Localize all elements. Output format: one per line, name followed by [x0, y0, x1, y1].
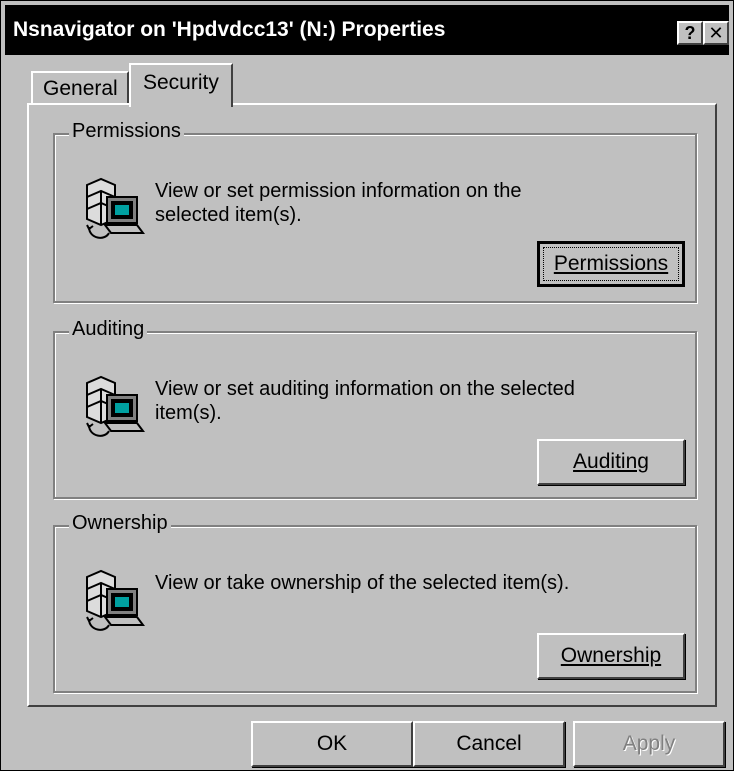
ok-button[interactable]: OK [251, 721, 413, 767]
properties-dialog: Nsnavigator on 'Hpdvdcc13' (N:) Properti… [0, 0, 734, 771]
permissions-button-label: Permissions [553, 252, 669, 275]
security-computer-icon [86, 375, 145, 437]
title-bar[interactable]: Nsnavigator on 'Hpdvdcc13' (N:) Properti… [5, 5, 729, 55]
auditing-button-label: Auditing [573, 450, 649, 473]
permissions-description: View or set permission information on th… [155, 180, 522, 226]
auditing-description: View or set auditing information on the … [155, 378, 575, 424]
tab-security[interactable]: Security [129, 63, 233, 107]
permissions-group: Permissions View or set permission infor… [53, 120, 697, 303]
ownership-group: Ownership View or take ownership of the … [53, 512, 697, 693]
security-tab-panel: Permissions View or set permission infor… [27, 103, 717, 707]
ownership-button-label: Ownership [560, 644, 662, 667]
tab-general[interactable]: General [31, 71, 129, 105]
auditing-group: Auditing View or set auditing informatio… [53, 318, 697, 499]
cancel-button[interactable]: Cancel [413, 721, 565, 767]
ownership-group-label: Ownership [69, 512, 171, 535]
window-title: Nsnavigator on 'Hpdvdcc13' (N:) Properti… [13, 18, 446, 41]
apply-button[interactable]: Apply [573, 721, 725, 767]
permissions-button[interactable]: Permissions [537, 241, 685, 287]
close-button[interactable]: ✕ [703, 21, 729, 45]
ownership-button[interactable]: Ownership [537, 633, 685, 679]
tab-security-label: Security [143, 71, 219, 94]
tab-general-label: General [43, 77, 118, 100]
auditing-button[interactable]: Auditing [537, 439, 685, 485]
security-computer-icon [86, 569, 145, 631]
help-button[interactable]: ? [677, 21, 703, 45]
security-computer-icon [86, 177, 145, 239]
auditing-group-label: Auditing [69, 318, 148, 341]
permissions-group-label: Permissions [69, 120, 184, 143]
ownership-description: View or take ownership of the selected i… [155, 572, 570, 594]
